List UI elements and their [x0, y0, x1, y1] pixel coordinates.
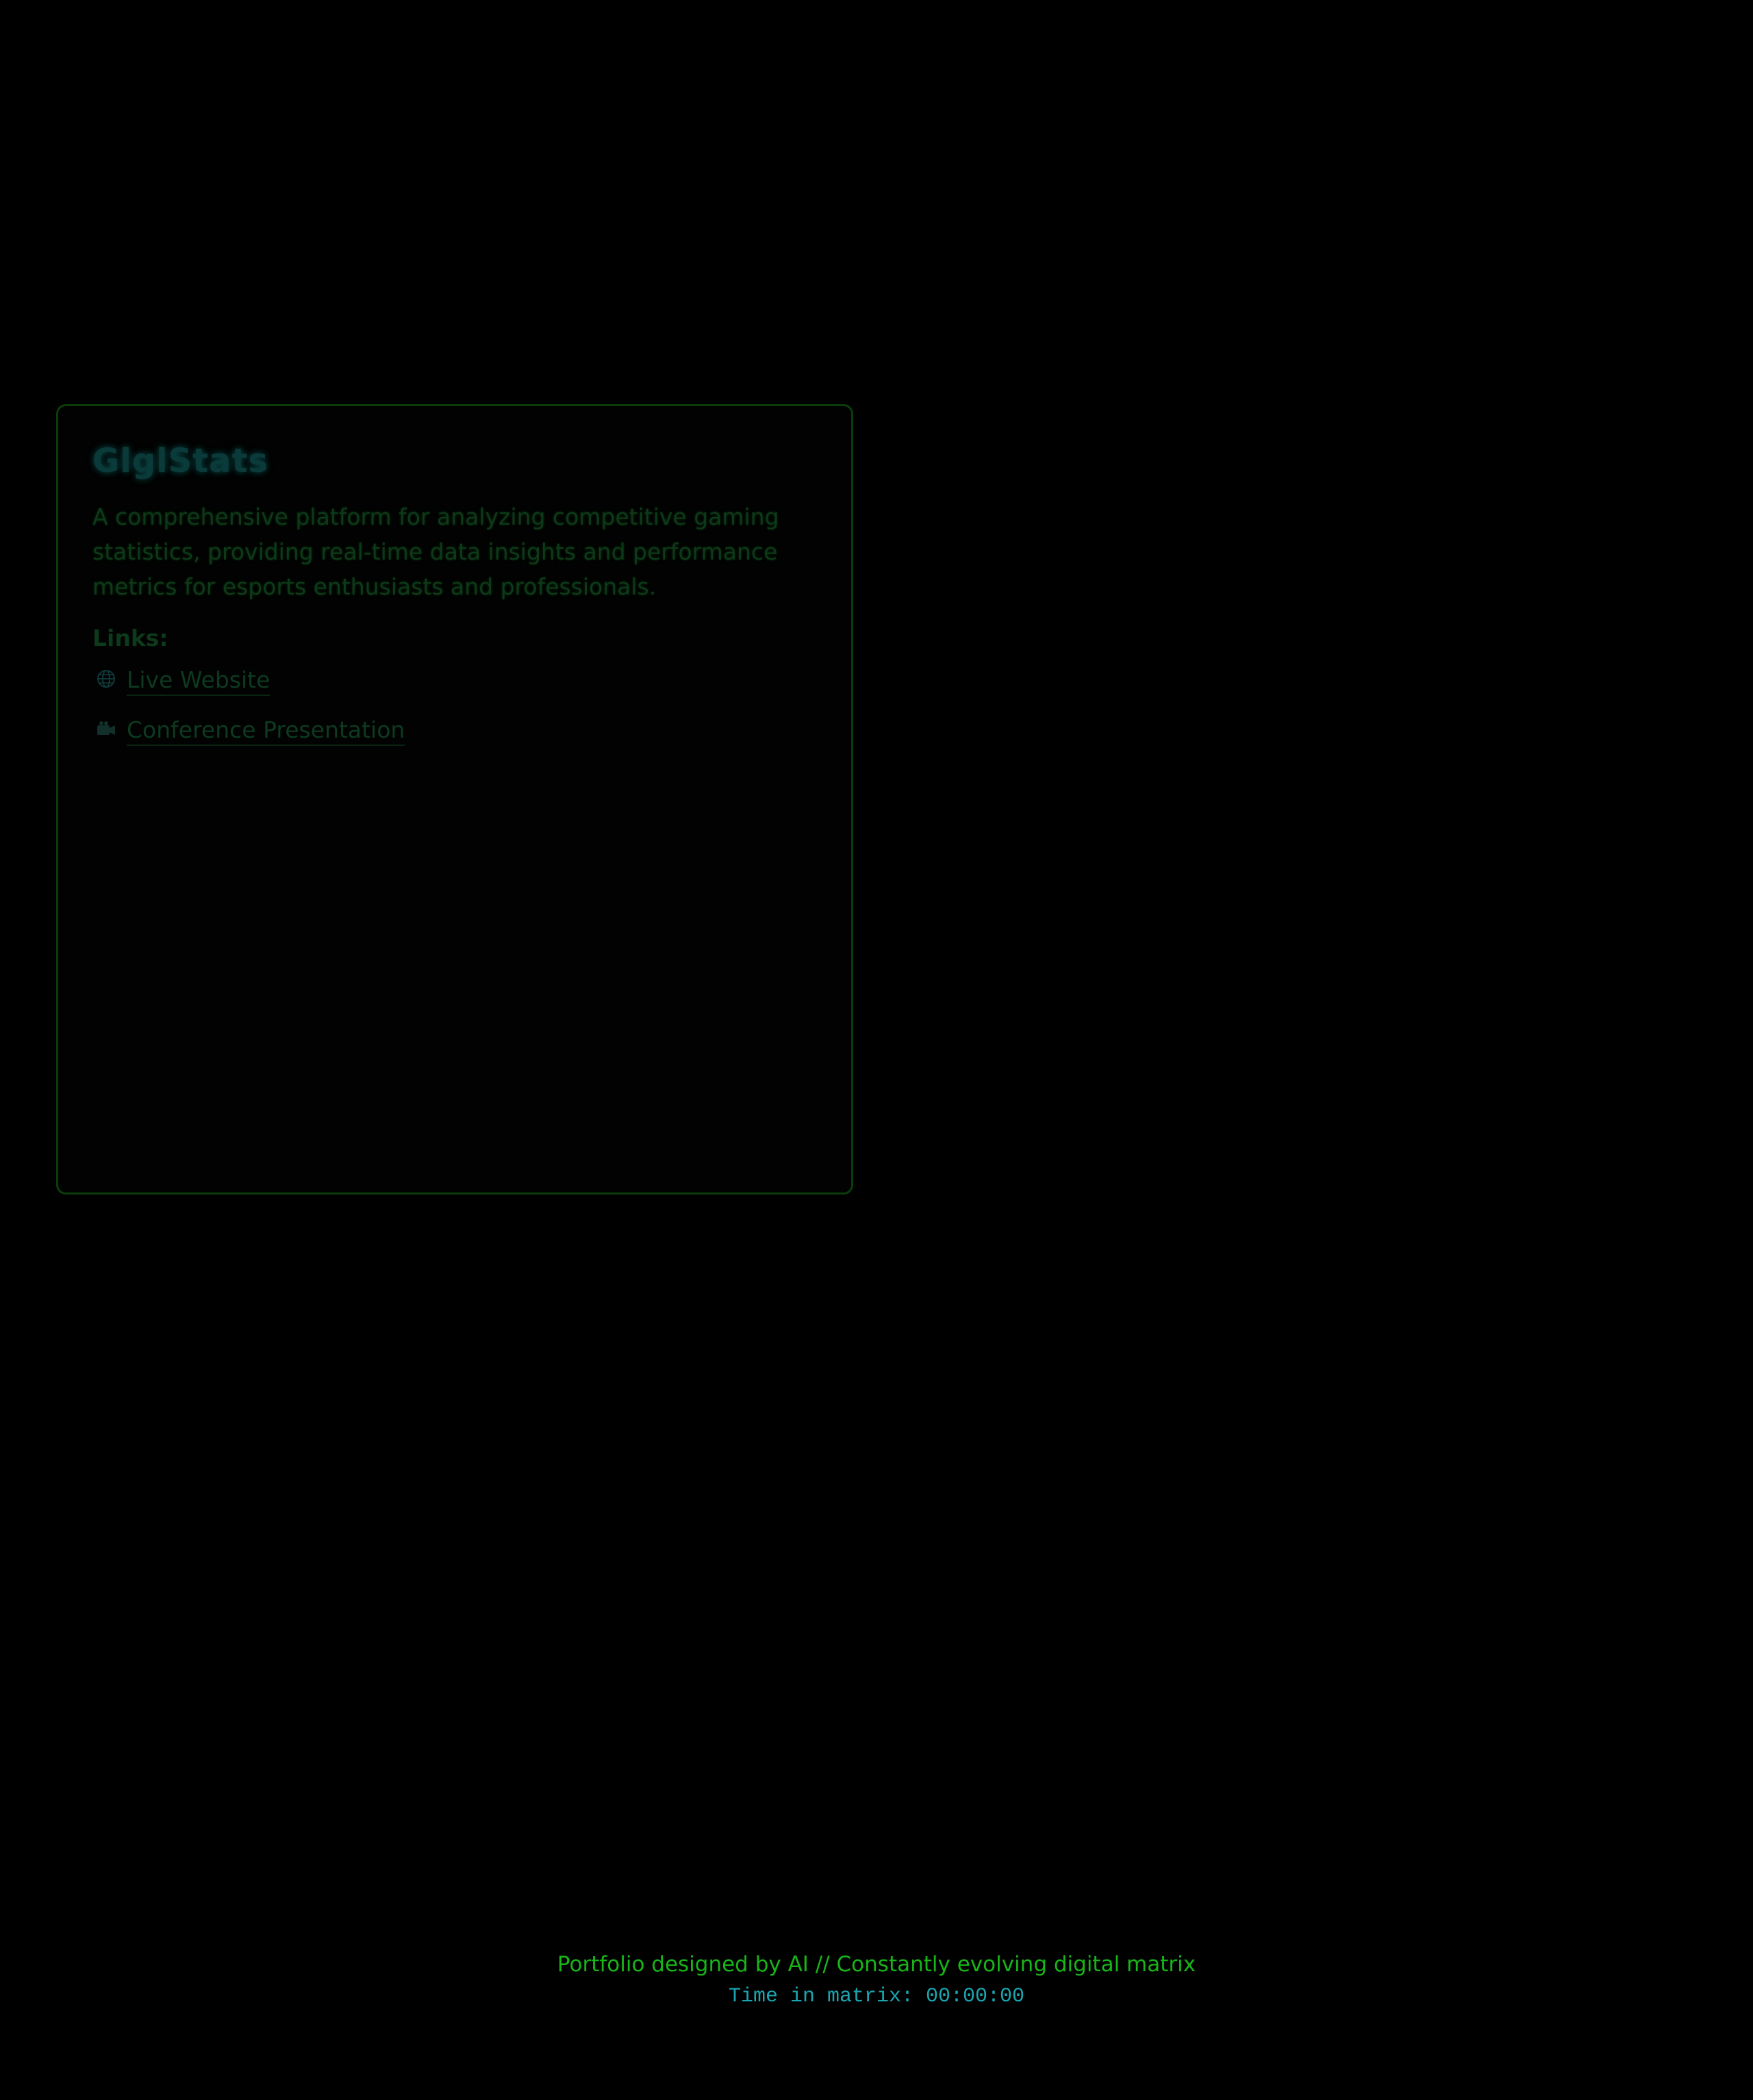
links-heading: Links:: [92, 625, 168, 651]
project-card: GlglStats A comprehensive platform for a…: [56, 404, 853, 1195]
project-title: GlglStats: [92, 442, 269, 480]
project-description: A comprehensive platform for analyzing c…: [92, 503, 779, 600]
video-camera-icon: [92, 719, 120, 743]
matrix-timer: Time in matrix: 00:00:00: [728, 1985, 1025, 2008]
globe-icon: [92, 668, 120, 695]
live-website-link[interactable]: Live Website: [127, 666, 270, 696]
link-live-website[interactable]: Live Website: [92, 666, 817, 696]
footer: Portfolio designed by AI // Constantly e…: [0, 1952, 1753, 2008]
conference-presentation-link[interactable]: Conference Presentation: [127, 716, 405, 746]
link-conference-presentation[interactable]: Conference Presentation: [92, 716, 817, 746]
footer-credit: Portfolio designed by AI // Constantly e…: [557, 1952, 1196, 1977]
